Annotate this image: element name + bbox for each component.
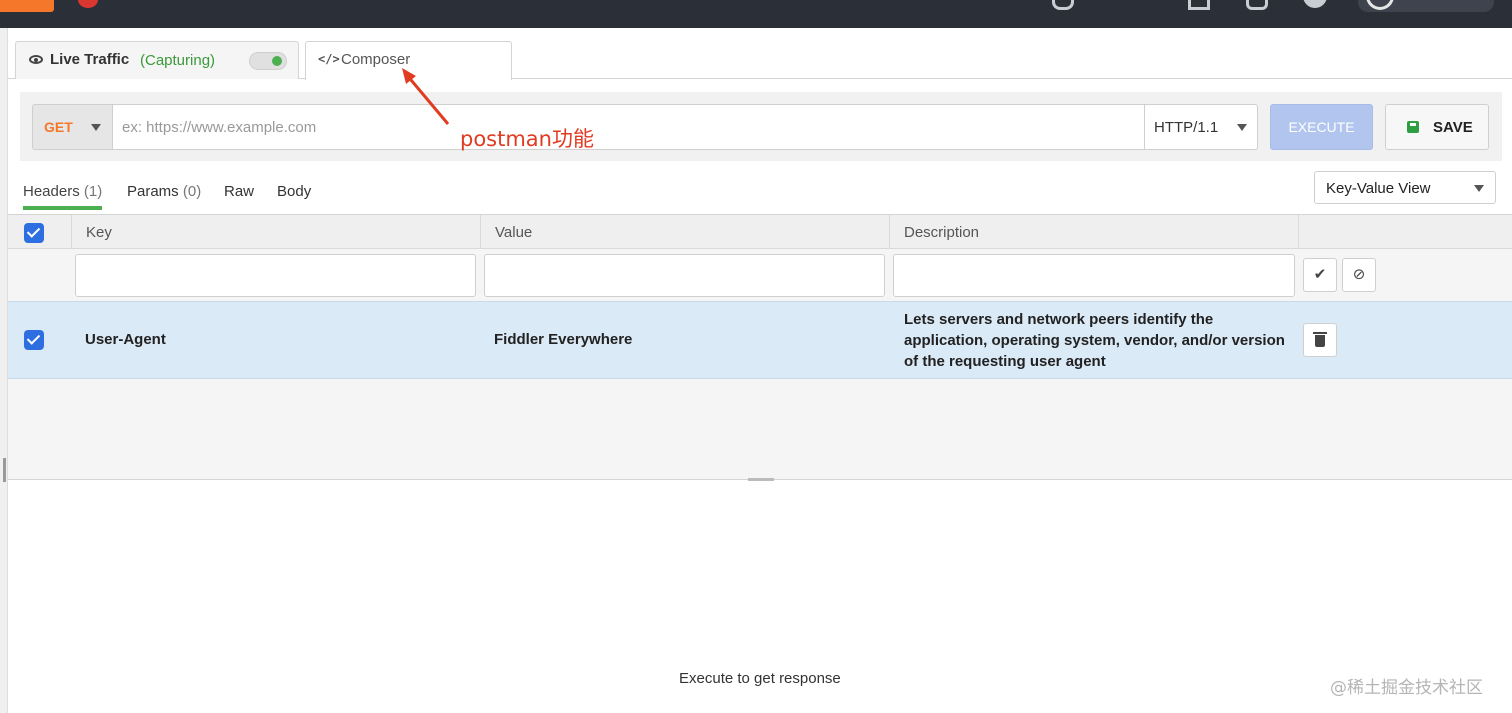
save-button[interactable]: SAVE bbox=[1385, 104, 1489, 150]
row-value: Fiddler Everywhere bbox=[494, 331, 633, 348]
column-divider bbox=[889, 215, 890, 249]
check-icon: ✔ bbox=[1313, 266, 1327, 283]
inbox-icon[interactable] bbox=[1188, 0, 1210, 10]
toggle-knob bbox=[272, 56, 282, 66]
chevron-down-icon bbox=[91, 124, 101, 131]
new-header-row: ✔ ⊘ bbox=[8, 249, 1512, 301]
column-divider bbox=[71, 215, 72, 249]
tab-headers-label: Headers bbox=[23, 183, 80, 200]
tab-params[interactable]: Params (0) bbox=[127, 183, 201, 200]
headers-grid: Key Value Description ✔ ⊘ User-Agent Fid… bbox=[8, 214, 1512, 480]
execute-button[interactable]: EXECUTE bbox=[1270, 104, 1373, 150]
floppy-icon bbox=[1407, 121, 1419, 133]
tab-live-traffic[interactable]: Live Traffic (Capturing) bbox=[15, 41, 299, 79]
delete-row-button[interactable] bbox=[1303, 323, 1337, 357]
request-bar: GET HTTP/1.1 EXECUTE SAVE bbox=[20, 92, 1502, 161]
gear-icon[interactable] bbox=[1303, 0, 1327, 8]
watermark: @稀土掘金技术社区 bbox=[1330, 678, 1483, 698]
new-description-input[interactable] bbox=[893, 254, 1295, 297]
tab-params-count: (0) bbox=[182, 183, 202, 200]
row-description: Lets servers and network peers identify … bbox=[904, 311, 1285, 370]
new-key-input[interactable] bbox=[75, 254, 476, 297]
trash-icon bbox=[1313, 332, 1327, 334]
cancel-button[interactable]: ⊘ bbox=[1342, 258, 1376, 292]
select-all-checkbox[interactable] bbox=[24, 223, 44, 243]
status-indicator-icon bbox=[78, 0, 98, 8]
app-top-bar bbox=[0, 0, 1512, 28]
ban-icon: ⊘ bbox=[1352, 266, 1366, 283]
tab-body[interactable]: Body bbox=[277, 183, 311, 200]
trash-icon-body bbox=[1315, 335, 1325, 347]
notifications-icon[interactable] bbox=[1246, 0, 1268, 10]
pane-splitter[interactable] bbox=[748, 478, 774, 481]
tab-params-label: Params bbox=[127, 183, 179, 200]
capturing-status: (Capturing) bbox=[140, 52, 216, 69]
column-header-description: Description bbox=[904, 224, 980, 241]
tab-live-traffic-label: Live Traffic bbox=[50, 51, 130, 68]
request-subtabs: Headers (1) Params (0) Raw Body bbox=[8, 170, 1308, 214]
annotation-text: postman功能 bbox=[460, 127, 594, 151]
column-divider bbox=[480, 215, 481, 249]
column-header-key: Key bbox=[86, 224, 112, 241]
new-value-input[interactable] bbox=[484, 254, 885, 297]
http-version-select[interactable]: HTTP/1.1 bbox=[1144, 104, 1258, 150]
tab-raw[interactable]: Raw bbox=[224, 183, 254, 200]
save-label: SAVE bbox=[1433, 119, 1473, 136]
brand-button[interactable] bbox=[0, 0, 54, 12]
main-tabs: Live Traffic (Capturing) </> Composer bbox=[8, 28, 1512, 80]
chevron-down-icon bbox=[1237, 124, 1247, 131]
left-panel-edge bbox=[0, 28, 8, 713]
confirm-button[interactable]: ✔ bbox=[1303, 258, 1337, 292]
chevron-down-icon bbox=[1474, 185, 1484, 192]
grid-header: Key Value Description bbox=[8, 215, 1512, 249]
column-header-value: Value bbox=[495, 224, 533, 241]
view-mode-select[interactable]: Key-Value View bbox=[1314, 171, 1496, 204]
code-icon: </> bbox=[318, 52, 340, 66]
tab-headers-count: (1) bbox=[83, 183, 103, 200]
response-pane: Execute to get response bbox=[8, 484, 1512, 713]
tab-headers[interactable]: Headers (1) bbox=[23, 183, 103, 210]
resize-handle[interactable] bbox=[3, 458, 6, 482]
column-divider bbox=[1298, 215, 1299, 249]
url-input[interactable] bbox=[112, 104, 1145, 150]
method-value: GET bbox=[44, 119, 73, 135]
table-row[interactable]: User-Agent Fiddler Everywhere Lets serve… bbox=[8, 301, 1512, 379]
chat-icon[interactable] bbox=[1052, 0, 1074, 10]
view-mode-value: Key-Value View bbox=[1326, 180, 1431, 197]
row-checkbox[interactable] bbox=[24, 330, 44, 350]
row-key: User-Agent bbox=[85, 331, 166, 348]
http-version-value: HTTP/1.1 bbox=[1154, 119, 1219, 136]
response-empty-text: Execute to get response bbox=[679, 670, 841, 687]
method-select[interactable]: GET bbox=[32, 104, 112, 150]
eye-icon bbox=[29, 55, 43, 64]
capture-toggle[interactable] bbox=[249, 52, 287, 70]
annotation-arrow bbox=[402, 68, 450, 125]
